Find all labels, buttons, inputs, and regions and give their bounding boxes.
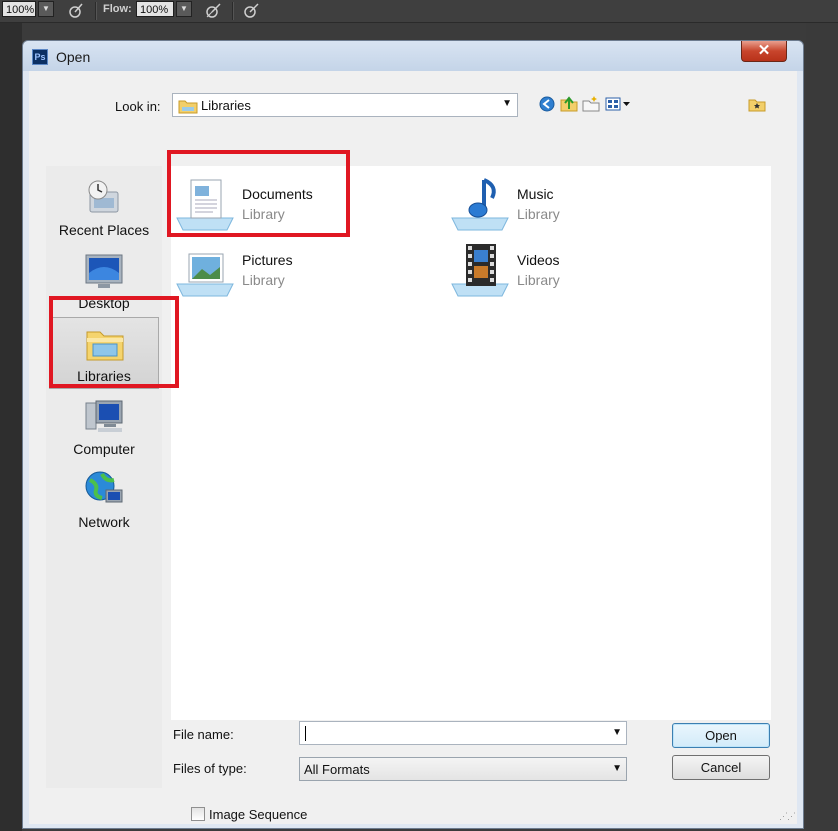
zoom-dropdown-button[interactable]: ▼ [38, 1, 54, 17]
place-label: Computer [73, 441, 135, 457]
dialog-titlebar[interactable]: Ps Open ✕ [23, 41, 803, 71]
file-item-videos[interactable]: Videos Library [446, 238, 716, 298]
file-name: Pictures [242, 252, 293, 268]
videos-library-icon [450, 242, 510, 298]
place-computer[interactable]: Computer [46, 393, 162, 461]
image-sequence-checkbox[interactable] [191, 807, 205, 821]
places-bar: Recent Places Desktop Libraries Computer [46, 166, 162, 788]
highlight-box-documents [167, 150, 350, 237]
file-name: Music [517, 186, 554, 202]
file-item-pictures[interactable]: Pictures Library [171, 238, 441, 298]
view-menu-icon[interactable] [604, 95, 634, 113]
music-library-icon [450, 176, 510, 232]
look-in-combo[interactable]: Libraries ▼ [172, 93, 518, 117]
file-type: Library [517, 272, 560, 288]
files-of-type-value: All Formats [304, 762, 370, 777]
favorites-icon[interactable] [748, 95, 766, 113]
files-of-type-label: Files of type: [173, 761, 247, 776]
dialog-title: Open [56, 49, 91, 65]
up-folder-icon[interactable] [560, 95, 578, 113]
cancel-button[interactable]: Cancel [672, 755, 770, 780]
highlight-box-libraries [49, 296, 179, 388]
look-in-value: Libraries [201, 98, 251, 113]
pictures-library-icon [175, 242, 235, 298]
image-sequence-label: Image Sequence [209, 807, 308, 822]
chevron-down-icon[interactable]: ▼ [612, 763, 622, 774]
flow-label: Flow: [103, 3, 132, 15]
network-icon [84, 470, 124, 510]
close-button[interactable]: ✕ [741, 41, 787, 62]
files-of-type-select[interactable]: All Formats ▼ [299, 757, 627, 781]
new-folder-icon[interactable] [582, 95, 600, 113]
toolbar-separator [95, 2, 97, 20]
file-list[interactable]: Documents Library Music Library Pictures… [171, 166, 771, 720]
computer-icon [84, 397, 124, 437]
place-recent-places[interactable]: Recent Places [46, 174, 162, 242]
flow-field[interactable]: 100% [136, 1, 174, 17]
workspace-background [0, 23, 22, 831]
file-item-music[interactable]: Music Library [446, 172, 716, 232]
chevron-down-icon[interactable]: ▼ [612, 727, 622, 738]
file-name: Videos [517, 252, 560, 268]
photoshop-app-icon: Ps [32, 49, 48, 65]
chevron-down-icon[interactable]: ▼ [502, 98, 512, 109]
place-label: Recent Places [58, 222, 150, 238]
dialog-client-area: Look in: Libraries ▼ Recent Places Deskt… [29, 71, 797, 824]
airbrush-pressure-icon[interactable] [204, 2, 222, 20]
file-name-label: File name: [173, 727, 234, 742]
look-in-label: Look in: [115, 99, 161, 114]
toolbar-separator [232, 2, 234, 20]
file-name-input[interactable]: ▼ [299, 721, 627, 745]
open-button[interactable]: Open [672, 723, 770, 748]
airbrush-icon[interactable] [66, 2, 84, 20]
resize-grip-icon[interactable]: ⋰⋰ [779, 811, 796, 822]
desktop-icon [84, 251, 124, 291]
recent-places-icon [84, 178, 124, 218]
place-network[interactable]: Network [46, 466, 162, 534]
tablet-pressure-icon[interactable] [242, 2, 260, 20]
place-label: Network [78, 514, 130, 530]
file-type: Library [517, 206, 560, 222]
libraries-folder-icon [178, 98, 198, 119]
workspace-background [806, 23, 838, 831]
file-type: Library [242, 272, 285, 288]
options-bar: 100% ▼ Flow: 100% ▼ [0, 0, 838, 23]
zoom-field[interactable]: 100% [2, 1, 36, 17]
open-dialog: Ps Open ✕ Look in: Libraries ▼ Recent Pl… [22, 40, 804, 829]
text-caret [305, 726, 306, 741]
back-icon[interactable] [538, 95, 556, 113]
flow-dropdown-button[interactable]: ▼ [176, 1, 192, 17]
